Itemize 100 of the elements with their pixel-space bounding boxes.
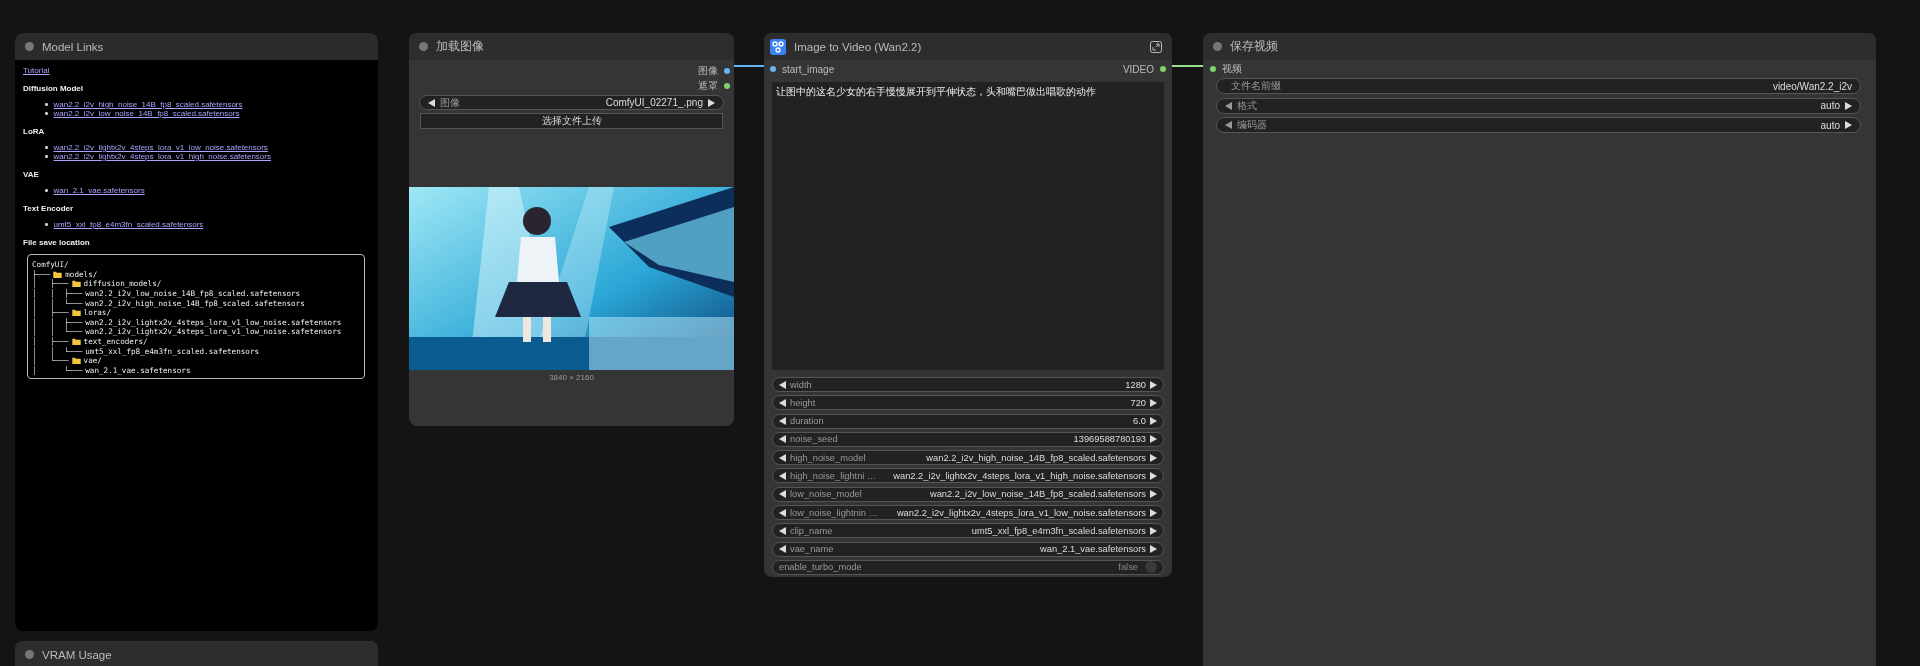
output-slot-dot[interactable] — [1160, 66, 1166, 72]
widget-value: 13969588780193 — [1073, 434, 1146, 445]
input-label: start_image — [782, 63, 835, 75]
model-link[interactable]: wan2.2_i2v_lightx2v_4steps_lora_v1_low_noise.safetensors — [53, 143, 268, 152]
combo-widget[interactable]: 图像 ComfyUI_02271_.png — [419, 95, 724, 110]
widget-label: clip_name — [790, 525, 833, 536]
toggle-knob[interactable] — [1145, 561, 1157, 574]
node-header[interactable]: VRAM Usage — [15, 641, 378, 666]
tutorial-link[interactable]: Tutorial — [23, 66, 50, 75]
node-icon — [770, 38, 786, 55]
number-widget[interactable]: duration 6.0 — [772, 413, 1164, 429]
model-link[interactable]: wan_2.1_vae.safetensors — [53, 186, 145, 195]
collapse-dot-icon[interactable] — [25, 42, 34, 51]
right-arrow-icon[interactable] — [1149, 545, 1157, 554]
bullet-icon — [45, 103, 48, 106]
combo-widget[interactable]: 格式 auto — [1216, 97, 1861, 114]
combo-widget[interactable]: low_noise_model wan2.2_i2v_low_noise_14B_fp8_scaled.safetensors — [772, 486, 1164, 502]
bullet-icon — [45, 189, 48, 192]
widget-label: 编码器 — [1237, 118, 1267, 132]
input-slot-dot[interactable] — [1210, 66, 1216, 72]
bullet-icon — [45, 112, 48, 115]
right-arrow-icon[interactable] — [1844, 101, 1852, 110]
widget-value: auto — [1820, 119, 1840, 131]
left-arrow-icon[interactable] — [1225, 101, 1233, 110]
prompt-textarea[interactable]: 让图中的这名少女的右手慢慢展开到平伸状态，头和嘴巴做出唱歌的动作 — [772, 82, 1164, 370]
text-widget[interactable]: 文件名前缀 video/Wan2.2_i2v — [1216, 78, 1861, 94]
right-arrow-icon[interactable] — [1844, 121, 1852, 129]
widget-label: low_noise_lightnin … — [790, 507, 878, 518]
widget-value: wan2.2_i2v_high_noise_14B_fp8_scaled.safetensors — [926, 452, 1146, 463]
widget-label: width — [790, 379, 812, 390]
collapse-dot-icon[interactable] — [419, 42, 428, 51]
output-label: VIDEO — [1122, 63, 1154, 75]
number-widget[interactable]: height 720 — [772, 395, 1164, 411]
number-widget[interactable]: width 1280 — [772, 377, 1164, 392]
widget-value: wan2.2_i2v_lightx2v_4steps_lora_v1_low_noise.safetensors — [896, 507, 1146, 518]
output-label: 图像 — [698, 63, 718, 78]
widget-value: 1280 — [1125, 379, 1146, 390]
collapse-dot-icon[interactable] — [25, 650, 34, 659]
left-arrow-icon[interactable] — [428, 98, 436, 107]
node-title: Model Links — [42, 40, 104, 53]
combo-widget[interactable]: low_noise_lightnin … wan2.2_i2v_lightx2v_4steps_lora_v1_low_noise.safetensors — [772, 505, 1164, 521]
model-link[interactable]: umt5_xxl_fp8_e4m3fn_scaled.safetensors — [53, 220, 204, 229]
model-link[interactable]: wan2.2_i2v_lightx2v_4steps_lora_v1_high_noise.safetensors — [53, 152, 271, 161]
node-header[interactable]: 保存视频 — [1203, 33, 1876, 60]
section-heading: LoRA — [23, 127, 46, 136]
node-title: VRAM Usage — [42, 648, 112, 661]
left-arrow-icon[interactable] — [1225, 121, 1233, 129]
section-heading: File save location — [23, 238, 91, 247]
expand-icon[interactable] — [1150, 40, 1162, 53]
widget-value: false — [1118, 562, 1138, 573]
input-label: 视频 — [1222, 62, 1242, 76]
collapse-dot-icon[interactable] — [1213, 42, 1222, 51]
section-heading: Text Encoder — [23, 204, 75, 213]
combo-widget[interactable]: 编码器 auto — [1216, 117, 1861, 133]
widget-value: auto — [1820, 100, 1840, 111]
widget-label: low_noise_model — [790, 489, 862, 500]
widget-value: umt5_xxl_fp8_e4m3fn_scaled.safetensors — [971, 525, 1146, 536]
input-slot-dot[interactable] — [770, 66, 776, 72]
widget-label: enable_turbo_mode — [779, 562, 862, 573]
left-arrow-icon[interactable] — [779, 545, 787, 554]
widget-label: vae_name — [790, 544, 834, 555]
left-arrow-icon[interactable] — [779, 472, 787, 480]
node-title: 加载图像 — [436, 39, 484, 54]
right-arrow-icon[interactable] — [1149, 472, 1157, 480]
upload-button[interactable]: 选择文件上传 — [420, 113, 723, 129]
widget-value: wan2.2_i2v_lightx2v_4steps_lora_v1_high_noise.safetensors — [893, 471, 1146, 481]
widget-label: 文件名前缀 — [1231, 79, 1281, 93]
combo-widget[interactable]: high_noise_lightni … wan2.2_i2v_lightx2v_4steps_lora_v1_high_noise.safetensors — [772, 468, 1164, 484]
bullet-icon — [45, 146, 48, 149]
combo-widget[interactable]: clip_name umt5_xxl_fp8_e4m3fn_scaled.safetensors — [772, 523, 1164, 539]
output-slot-dot[interactable] — [724, 82, 730, 89]
bullet-icon — [45, 223, 48, 226]
widget-value: 720 — [1130, 397, 1146, 408]
model-link[interactable]: wan2.2_i2v_high_noise_14B_fp8_scaled.safetensors — [53, 100, 243, 109]
image-size-label: 3840 × 2160 — [548, 373, 595, 382]
node-title: Image to Video (Wan2.2) — [794, 40, 922, 53]
widget-value: ComfyUI_02271_.png — [605, 97, 703, 108]
widget-label: high_noise_lightni … — [790, 471, 877, 481]
widget-value: wan_2.1_vae.safetensors — [1040, 544, 1146, 555]
combo-widget[interactable]: high_noise_model wan2.2_i2v_high_noise_14B_fp8_scaled.safetensors — [772, 450, 1164, 466]
section-heading: VAE — [23, 170, 40, 179]
toggle-widget[interactable]: enable_turbo_mode false — [772, 559, 1164, 575]
widget-label: 格式 — [1237, 98, 1257, 113]
widget-value: 6.0 — [1133, 416, 1146, 427]
widget-label: high_noise_model — [790, 452, 866, 463]
output-slot-dot[interactable] — [724, 67, 730, 74]
node-header[interactable]: 加载图像 — [409, 33, 734, 60]
folder-icon — [71, 309, 81, 317]
node-header[interactable]: Model Links — [15, 33, 378, 60]
node-header[interactable]: Image to Video (Wan2.2) — [764, 33, 1172, 60]
section-heading: Diffusion Model — [23, 84, 84, 93]
number-widget[interactable]: noise_seed 13969588780193 — [772, 431, 1164, 447]
folder-icon — [71, 338, 81, 346]
widget-label: duration — [790, 416, 824, 427]
combo-widget[interactable]: vae_name wan_2.1_vae.safetensors — [772, 541, 1164, 557]
widget-value: video/Wan2.2_i2v — [1772, 80, 1852, 92]
right-arrow-icon[interactable] — [707, 98, 715, 107]
widget-label: height — [790, 397, 816, 408]
widget-value: wan2.2_i2v_low_noise_14B_fp8_scaled.safetensors — [929, 489, 1146, 500]
model-link[interactable]: wan2.2_i2v_low_noise_14B_fp8_scaled.safetensors — [53, 109, 240, 118]
